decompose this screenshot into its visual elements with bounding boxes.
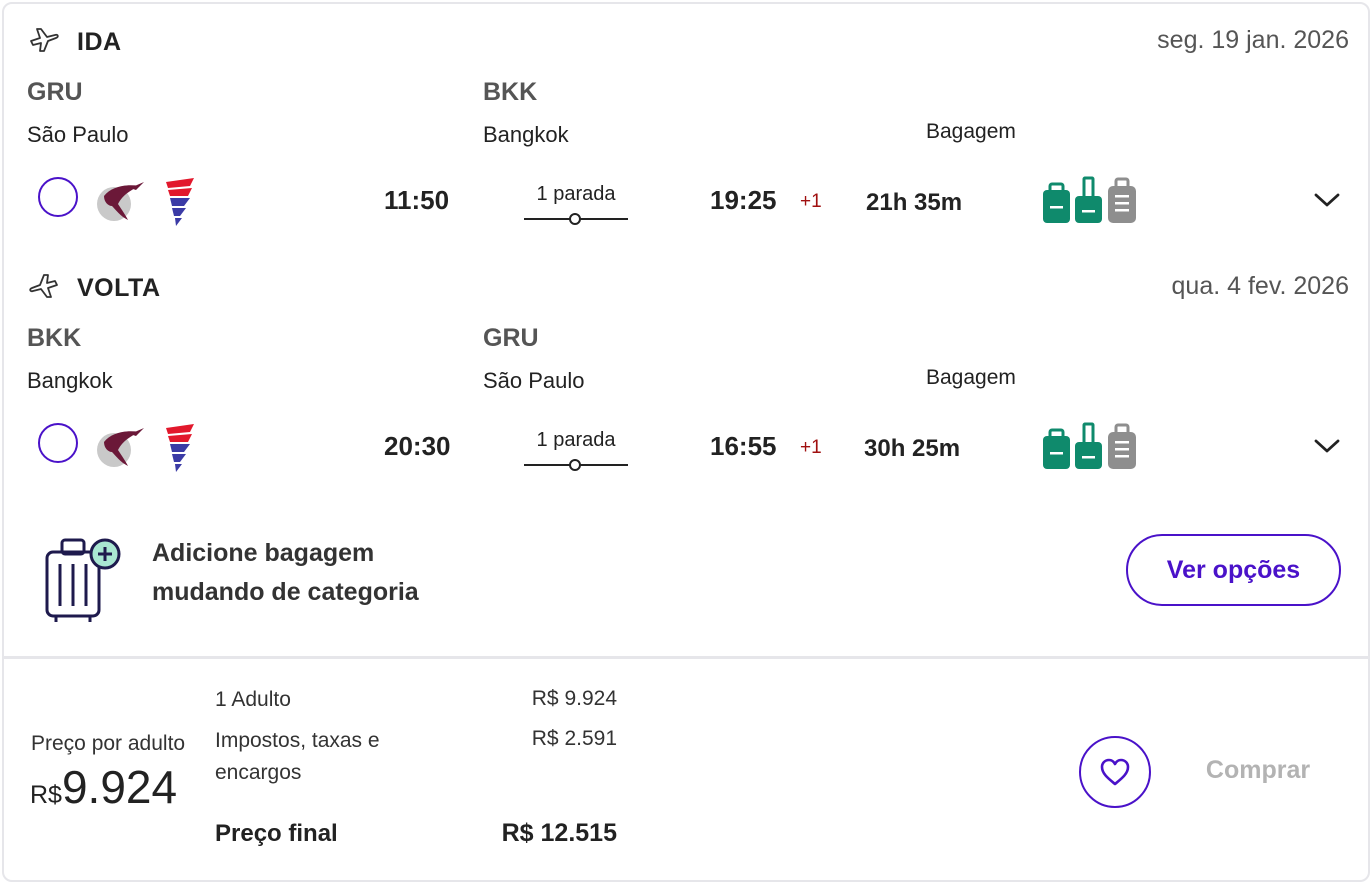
select-volta-radio[interactable]: [38, 423, 78, 463]
promo-line-2: mudando de categoria: [152, 578, 419, 606]
baggage-label: Bagagem: [926, 120, 1016, 143]
price-per-adult: R$9.924: [30, 760, 177, 814]
destination-city: Bangkok: [483, 122, 569, 147]
leg-label-ida: IDA: [77, 28, 122, 56]
duration: 30h 25m: [864, 435, 961, 462]
qatar-airways-logo-icon: [97, 182, 144, 221]
checked-bag-icon: [1108, 423, 1136, 469]
origin-city: São Paulo: [27, 122, 129, 147]
add-baggage-suitcase-icon: [45, 538, 121, 622]
taxes-label-line-1: Impostos, taxas e: [215, 729, 380, 752]
origin-code: BKK: [27, 324, 82, 352]
leg-date-ida: seg. 19 jan. 2026: [1157, 26, 1349, 54]
stop-dot: [569, 213, 581, 225]
checked-bag-icon: [1108, 177, 1136, 223]
origin-code: GRU: [27, 78, 83, 106]
stops-label: 1 parada: [536, 429, 616, 451]
latam-logo-icon: [166, 178, 194, 226]
baggage-label: Bagagem: [926, 366, 1016, 389]
adult-value: R$ 9.924: [531, 687, 617, 710]
expand-ida-chevron-down-icon[interactable]: [1312, 190, 1342, 210]
duration: 21h 35m: [866, 189, 963, 216]
destination-city: São Paulo: [483, 368, 585, 393]
plane-depart-icon: [30, 28, 59, 52]
latam-logo-icon: [166, 424, 194, 472]
section-divider: [4, 656, 1368, 659]
promo-text: Adicione bagagem mudando de categoria: [152, 534, 419, 612]
adult-count-label: 1 Adulto: [215, 688, 291, 711]
taxes-label-line-2: encargos: [215, 761, 302, 784]
price-per-adult-label: Preço por adulto: [31, 732, 186, 755]
final-price-label: Preço final: [215, 820, 338, 847]
departure-time: 11:50: [384, 185, 450, 215]
destination-code: GRU: [483, 324, 539, 352]
taxes-label: Impostos, taxas e encargos: [215, 725, 380, 789]
buy-button[interactable]: Comprar: [1188, 756, 1328, 785]
baggage-icons: [1043, 176, 1136, 223]
day-offset: +1: [800, 437, 822, 458]
flight-result-card: IDA seg. 19 jan. 2026 GRU São Paulo BKK …: [2, 2, 1370, 882]
leg-date-volta: qua. 4 fev. 2026: [1171, 272, 1349, 300]
see-options-button[interactable]: Ver opções: [1126, 534, 1341, 606]
final-price-value: R$ 12.515: [501, 819, 617, 847]
leg-label-volta: VOLTA: [77, 274, 161, 302]
select-ida-radio[interactable]: [38, 177, 78, 217]
destination-code: BKK: [483, 78, 538, 106]
personal-item-icon: [1043, 182, 1070, 223]
price-currency: R$: [30, 781, 62, 809]
carry-on-icon: [1075, 176, 1102, 223]
carry-on-icon: [1075, 422, 1102, 469]
departure-time: 20:30: [384, 431, 451, 461]
stops-label: 1 parada: [536, 183, 616, 205]
price-amount: 9.924: [61, 761, 178, 813]
plane-return-icon: [29, 274, 58, 298]
stop-dot: [569, 459, 581, 471]
promo-line-1: Adicione bagagem: [152, 539, 375, 567]
qatar-airways-logo-icon: [97, 428, 144, 467]
baggage-icons: [1043, 422, 1136, 469]
arrival-time: 16:55: [710, 431, 777, 461]
personal-item-icon: [1043, 428, 1070, 469]
arrival-time: 19:25: [710, 185, 777, 215]
expand-volta-chevron-down-icon[interactable]: [1312, 436, 1342, 456]
origin-city: Bangkok: [27, 368, 113, 393]
day-offset: +1: [800, 191, 822, 212]
favorite-button[interactable]: [1079, 736, 1151, 808]
taxes-value: R$ 2.591: [531, 727, 617, 750]
heart-icon: [1100, 758, 1130, 786]
